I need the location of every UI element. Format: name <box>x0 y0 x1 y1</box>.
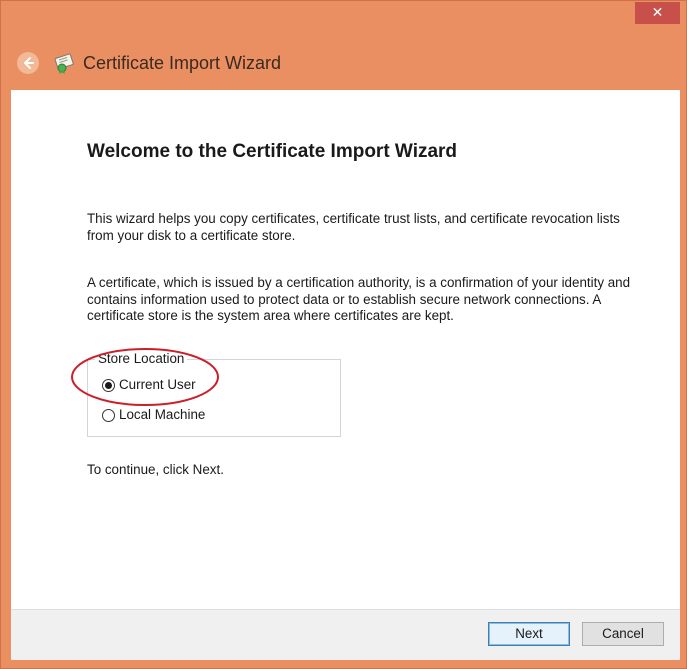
back-button[interactable] <box>17 52 39 74</box>
local-machine-label[interactable]: Local Machine <box>119 407 205 423</box>
wizard-window: ✕ Certificate Import Wizard Welcome to t… <box>0 0 687 669</box>
back-arrow-icon <box>24 57 34 69</box>
wizard-footer: Next Cancel <box>11 609 680 660</box>
close-button[interactable]: ✕ <box>635 2 680 24</box>
wizard-header: Certificate Import Wizard <box>11 43 680 83</box>
next-button[interactable]: Next <box>488 622 570 646</box>
page-title: Welcome to the Certificate Import Wizard <box>87 141 458 162</box>
cancel-button[interactable]: Cancel <box>582 622 664 646</box>
local-machine-option[interactable]: Local Machine <box>102 407 205 423</box>
continue-instruction: To continue, click Next. <box>87 462 224 477</box>
highlight-annotation <box>71 348 219 406</box>
certificate-icon <box>54 53 74 74</box>
intro-paragraph: This wizard helps you copy certificates,… <box>87 211 620 243</box>
close-icon: ✕ <box>651 5 664 21</box>
window-title: Certificate Import Wizard <box>83 53 282 73</box>
certificate-description: A certificate, which is issued by a cert… <box>87 275 631 323</box>
local-machine-radio[interactable] <box>102 408 115 422</box>
wizard-content: Welcome to the Certificate Import Wizard… <box>11 90 680 609</box>
